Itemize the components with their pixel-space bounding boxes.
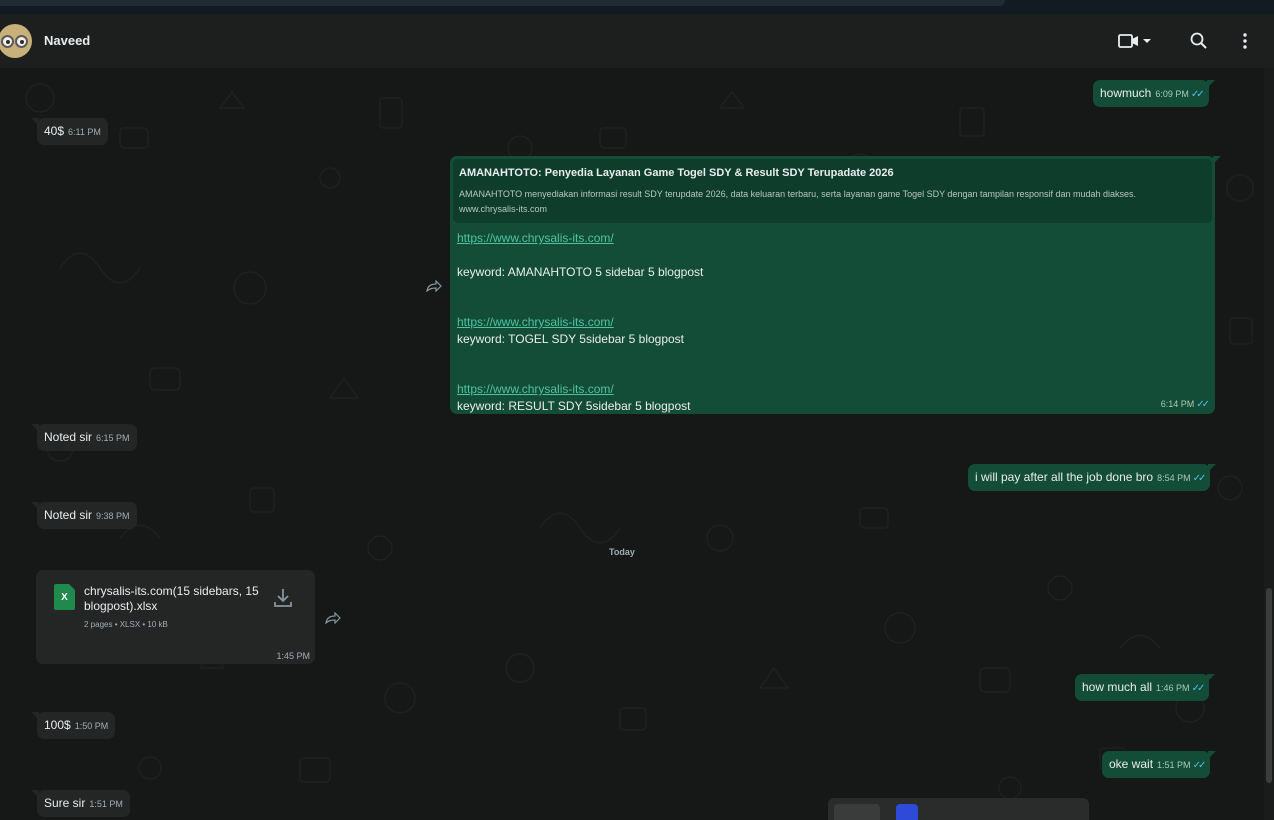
message-outgoing-link[interactable]: AMANAHTOTO: Penyedia Layanan Game Togel … bbox=[450, 156, 1221, 414]
chat-panel[interactable]: howmuch 6:09 PM ✓✓ 40$ 6:11 PM AMANAHTOTO: … bbox=[0, 68, 1264, 820]
message-text: how much all bbox=[1082, 680, 1153, 694]
more-vertical-icon[interactable] bbox=[1234, 31, 1256, 51]
message-incoming[interactable]: Noted sir 6:15 PM bbox=[31, 424, 137, 451]
message-link[interactable]: https://www.chrysalis-its.com/ bbox=[457, 230, 1208, 247]
message-time: 6:15 PM bbox=[96, 433, 130, 443]
message-text: 40$ bbox=[44, 124, 65, 138]
message-incoming-file[interactable]: X chrysalis-its.com(15 sidebars, 15 blog… bbox=[36, 570, 315, 664]
chat-scrollbar[interactable] bbox=[1264, 68, 1274, 820]
forward-icon[interactable] bbox=[325, 612, 341, 624]
forward-icon[interactable] bbox=[426, 280, 442, 292]
link-preview-url: www.chrysalis-its.com bbox=[459, 204, 548, 214]
browser-tab-bar bbox=[0, 0, 1005, 6]
message-time: 1:51 PM bbox=[89, 799, 123, 809]
message-outgoing[interactable]: oke wait 1:51 PM ✓✓ bbox=[1102, 751, 1217, 778]
avatar-eye-left bbox=[1, 35, 14, 48]
message-text: 100$ bbox=[44, 718, 71, 732]
double-check-icon: ✓✓ bbox=[1196, 399, 1210, 410]
message-keyword: keyword: AMANAHTOTO 5 sidebar 5 blogpost bbox=[457, 265, 704, 279]
chevron-down-icon[interactable] bbox=[1141, 31, 1153, 51]
message-outgoing[interactable]: howmuch 6:09 PM ✓✓ bbox=[1093, 80, 1215, 107]
message-incoming[interactable]: 100$ 1:50 PM bbox=[30, 712, 116, 739]
message-link[interactable]: https://www.chrysalis-its.com/ bbox=[457, 381, 1208, 398]
file-meta: 2 pages • XLSX • 10 kB bbox=[84, 620, 168, 629]
file-name: chrysalis-its.com(15 sidebars, 15 blogpo… bbox=[84, 584, 259, 613]
message-incoming[interactable]: Noted sir 9:38 PM bbox=[31, 502, 137, 529]
message-time: 1:51 PM bbox=[1157, 760, 1191, 770]
message-incoming[interactable]: Sure sir 1:51 PM bbox=[31, 790, 130, 817]
double-check-icon: ✓✓ bbox=[1190, 89, 1205, 100]
message-time: 6:11 PM bbox=[68, 127, 101, 137]
video-camera-icon[interactable] bbox=[1118, 31, 1140, 51]
message-text: Sure sir bbox=[44, 796, 86, 810]
message-time: 1:45 PM bbox=[276, 651, 310, 661]
message-text: oke wait bbox=[1109, 757, 1154, 771]
message-time: 6:14 PM bbox=[1160, 399, 1195, 409]
message-incoming[interactable]: 40$ 6:11 PM bbox=[31, 118, 108, 145]
message-time: 1:46 PM bbox=[1156, 683, 1190, 693]
toolbar-button[interactable] bbox=[896, 804, 918, 820]
message-text: i will pay after all the job done bro bbox=[975, 470, 1154, 484]
message-outgoing[interactable]: how much all 1:46 PM ✓✓ bbox=[1075, 674, 1216, 701]
link-preview-description: AMANAHTOTO menyediakan informasi result … bbox=[459, 189, 1137, 199]
avatar[interactable] bbox=[0, 24, 32, 58]
xlsx-file-icon: X bbox=[54, 584, 75, 610]
floating-toolbar-partial bbox=[828, 798, 1089, 820]
message-outgoing[interactable]: i will pay after all the job done bro 8:5… bbox=[968, 464, 1217, 491]
message-keyword: keyword: TOGEL SDY 5sidebar 5 blogpost bbox=[457, 332, 685, 346]
toolbar-button[interactable] bbox=[834, 804, 880, 820]
message-time: 6:09 PM bbox=[1155, 89, 1189, 99]
message-time: 1:50 PM bbox=[74, 721, 109, 731]
scrollbar-thumb[interactable] bbox=[1266, 588, 1272, 783]
double-check-icon: ✓✓ bbox=[1191, 683, 1206, 694]
file-attachment[interactable]: X chrysalis-its.com(15 sidebars, 15 blog… bbox=[42, 576, 309, 642]
message-time: 9:38 PM bbox=[96, 511, 130, 521]
search-icon[interactable] bbox=[1188, 31, 1210, 51]
double-check-icon: ✓✓ bbox=[1192, 473, 1207, 484]
download-icon[interactable] bbox=[272, 586, 294, 610]
message-text: Noted sir bbox=[44, 430, 93, 444]
message-time: 8:54 PM bbox=[1157, 473, 1191, 483]
double-check-icon: ✓✓ bbox=[1192, 760, 1207, 771]
contact-name[interactable]: Naveed bbox=[44, 33, 90, 48]
date-divider: Today bbox=[600, 544, 644, 560]
link-preview[interactable]: AMANAHTOTO: Penyedia Layanan Game Togel … bbox=[453, 159, 1212, 223]
browser-top-strip bbox=[0, 0, 1274, 14]
avatar-eye-right bbox=[15, 35, 28, 48]
message-text: Noted sir bbox=[44, 508, 93, 522]
link-preview-title: AMANAHTOTO: Penyedia Layanan Game Togel … bbox=[459, 167, 894, 179]
chat-header: Naveed bbox=[0, 14, 1274, 68]
message-keyword: keyword: RESULT SDY 5sidebar 5 blogpost bbox=[457, 399, 691, 413]
message-link[interactable]: https://www.chrysalis-its.com/ bbox=[457, 314, 1208, 331]
message-text: howmuch bbox=[1100, 86, 1152, 100]
